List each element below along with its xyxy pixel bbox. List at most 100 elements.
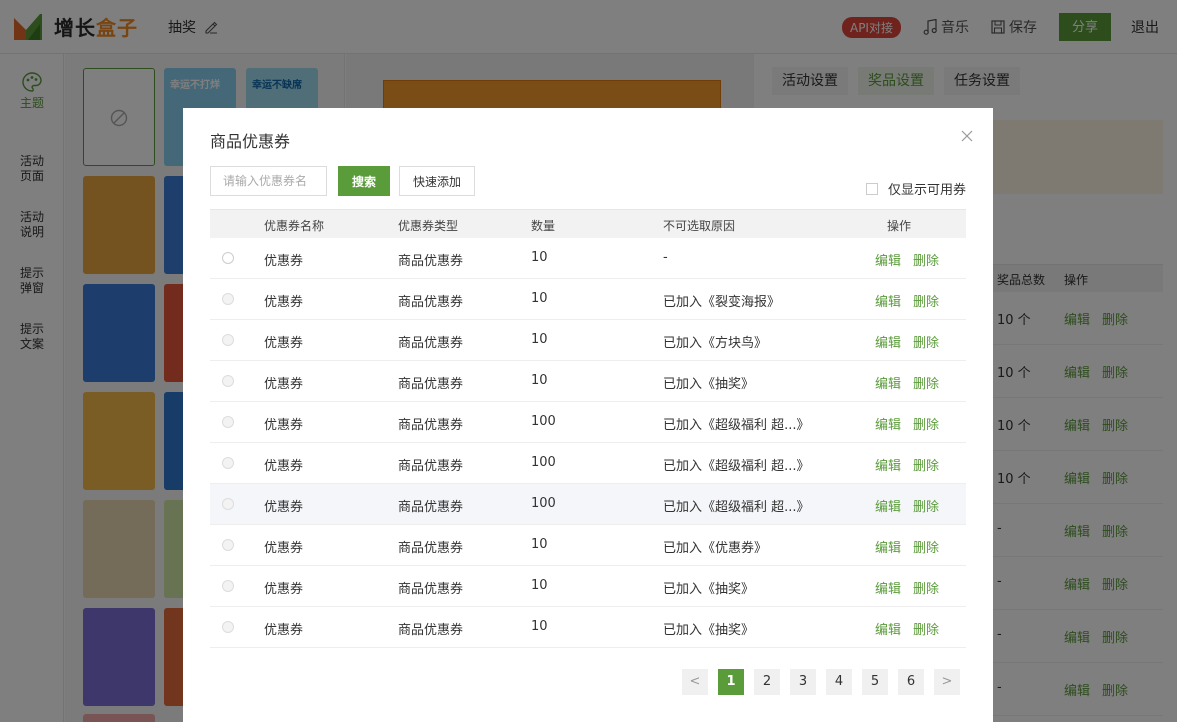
coupon-name: 优惠券 bbox=[264, 623, 304, 638]
coupon-qty: 10 bbox=[531, 373, 548, 388]
coupon-qty: 10 bbox=[531, 250, 548, 265]
page-button[interactable]: 4 bbox=[826, 669, 852, 695]
table-row: 优惠券 商品优惠券 100 已加入《超级福利 超...》 编辑 删除 bbox=[210, 484, 966, 525]
row-radio bbox=[222, 580, 234, 592]
coupon-type: 商品优惠券 bbox=[398, 377, 464, 392]
row-radio bbox=[222, 375, 234, 387]
edit-link[interactable]: 编辑 bbox=[875, 455, 901, 474]
delete-link[interactable]: 删除 bbox=[913, 496, 939, 515]
page-button[interactable]: 2 bbox=[754, 669, 780, 695]
row-radio bbox=[222, 621, 234, 633]
delete-link[interactable]: 删除 bbox=[913, 291, 939, 310]
edit-link[interactable]: 编辑 bbox=[875, 496, 901, 515]
page-button[interactable]: 1 bbox=[718, 669, 744, 695]
coupon-name: 优惠券 bbox=[264, 295, 304, 310]
row-radio bbox=[222, 539, 234, 551]
pagination: < 1 2 3 4 5 6 > bbox=[682, 669, 970, 695]
col-name: 优惠券名称 bbox=[264, 219, 325, 233]
delete-link[interactable]: 删除 bbox=[913, 250, 939, 269]
table-row: 优惠券 商品优惠券 100 已加入《超级福利 超...》 编辑 删除 bbox=[210, 402, 966, 443]
coupon-modal: 商品优惠券 搜索 快速添加 仅显示可用券 优惠券名称 优惠券类型 数量 不可选取… bbox=[183, 108, 993, 722]
delete-link[interactable]: 删除 bbox=[913, 373, 939, 392]
row-radio bbox=[222, 293, 234, 305]
coupon-qty: 10 bbox=[531, 537, 548, 552]
coupon-type: 商品优惠券 bbox=[398, 623, 464, 638]
coupon-search-input[interactable] bbox=[210, 166, 327, 196]
coupon-qty: 10 bbox=[531, 578, 548, 593]
table-row: 优惠券 商品优惠券 10 已加入《优惠券》 编辑 删除 bbox=[210, 525, 966, 566]
prev-page-button[interactable]: < bbox=[682, 669, 708, 695]
coupon-name: 优惠券 bbox=[264, 582, 304, 597]
coupon-qty: 100 bbox=[531, 455, 556, 470]
edit-link[interactable]: 编辑 bbox=[875, 373, 901, 392]
row-radio bbox=[222, 498, 234, 510]
edit-link[interactable]: 编辑 bbox=[875, 578, 901, 597]
page-button[interactable]: 5 bbox=[862, 669, 888, 695]
delete-link[interactable]: 删除 bbox=[913, 332, 939, 351]
coupon-name: 优惠券 bbox=[264, 377, 304, 392]
coupon-type: 商品优惠券 bbox=[398, 295, 464, 310]
delete-link[interactable]: 删除 bbox=[913, 578, 939, 597]
table-row: 优惠券 商品优惠券 10 已加入《抽奖》 编辑 删除 bbox=[210, 361, 966, 402]
table-row[interactable]: 优惠券 商品优惠券 10 - 编辑 删除 bbox=[210, 238, 966, 279]
edit-link[interactable]: 编辑 bbox=[875, 537, 901, 556]
only-available-toggle[interactable]: 仅显示可用券 bbox=[865, 179, 966, 198]
delete-link[interactable]: 删除 bbox=[913, 619, 939, 638]
page-button[interactable]: 6 bbox=[898, 669, 924, 695]
edit-link[interactable]: 编辑 bbox=[875, 291, 901, 310]
coupon-qty: 100 bbox=[531, 496, 556, 511]
next-page-button[interactable]: > bbox=[934, 669, 960, 695]
delete-link[interactable]: 删除 bbox=[913, 455, 939, 474]
edit-link[interactable]: 编辑 bbox=[875, 619, 901, 638]
coupon-reason: 已加入《优惠券》 bbox=[663, 541, 768, 556]
coupon-reason: - bbox=[663, 250, 668, 265]
coupon-qty: 100 bbox=[531, 414, 556, 429]
modal-title: 商品优惠券 bbox=[210, 132, 291, 151]
table-row: 优惠券 商品优惠券 10 已加入《抽奖》 编辑 删除 bbox=[210, 566, 966, 607]
row-radio[interactable] bbox=[222, 252, 234, 264]
table-row: 优惠券 商品优惠券 10 已加入《抽奖》 编辑 删除 bbox=[210, 607, 966, 648]
col-type: 优惠券类型 bbox=[398, 219, 459, 233]
coupon-type: 商品优惠券 bbox=[398, 418, 464, 433]
coupon-type: 商品优惠券 bbox=[398, 459, 464, 474]
coupon-reason: 已加入《超级福利 超...》 bbox=[663, 418, 810, 433]
coupon-name: 优惠券 bbox=[264, 500, 304, 515]
coupon-name: 优惠券 bbox=[264, 541, 304, 556]
row-radio bbox=[222, 334, 234, 346]
delete-link[interactable]: 删除 bbox=[913, 537, 939, 556]
coupon-reason: 已加入《抽奖》 bbox=[663, 582, 755, 597]
coupon-type: 商品优惠券 bbox=[398, 336, 464, 351]
coupon-reason: 已加入《抽奖》 bbox=[663, 623, 755, 638]
coupon-reason: 已加入《抽奖》 bbox=[663, 377, 755, 392]
delete-link[interactable]: 删除 bbox=[913, 414, 939, 433]
coupon-table: 优惠券名称 优惠券类型 数量 不可选取原因 操作 优惠券 商品优惠券 10 - … bbox=[210, 209, 966, 648]
row-radio bbox=[222, 416, 234, 428]
edit-link[interactable]: 编辑 bbox=[875, 250, 901, 269]
edit-link[interactable]: 编辑 bbox=[875, 332, 901, 351]
coupon-type: 商品优惠券 bbox=[398, 254, 464, 269]
close-icon[interactable] bbox=[961, 130, 973, 142]
col-reason: 不可选取原因 bbox=[663, 219, 736, 233]
page-button[interactable]: 3 bbox=[790, 669, 816, 695]
coupon-type: 商品优惠券 bbox=[398, 541, 464, 556]
coupon-name: 优惠券 bbox=[264, 254, 304, 269]
only-available-checkbox[interactable] bbox=[865, 182, 878, 195]
coupon-table-header: 优惠券名称 优惠券类型 数量 不可选取原因 操作 bbox=[210, 209, 966, 238]
col-qty: 数量 bbox=[531, 219, 556, 233]
coupon-reason: 已加入《裂变海报》 bbox=[663, 295, 781, 310]
coupon-type: 商品优惠券 bbox=[398, 500, 464, 515]
search-button[interactable]: 搜索 bbox=[338, 166, 390, 196]
coupon-reason: 已加入《超级福利 超...》 bbox=[663, 500, 810, 515]
coupon-reason: 已加入《超级福利 超...》 bbox=[663, 459, 810, 474]
coupon-reason: 已加入《方块鸟》 bbox=[663, 336, 768, 351]
quick-add-button[interactable]: 快速添加 bbox=[399, 166, 475, 196]
coupon-name: 优惠券 bbox=[264, 418, 304, 433]
coupon-qty: 10 bbox=[531, 332, 548, 347]
only-available-label: 仅显示可用券 bbox=[887, 183, 966, 198]
coupon-name: 优惠券 bbox=[264, 459, 304, 474]
coupon-name: 优惠券 bbox=[264, 336, 304, 351]
coupon-qty: 10 bbox=[531, 619, 548, 634]
coupon-type: 商品优惠券 bbox=[398, 582, 464, 597]
edit-link[interactable]: 编辑 bbox=[875, 414, 901, 433]
coupon-qty: 10 bbox=[531, 291, 548, 306]
